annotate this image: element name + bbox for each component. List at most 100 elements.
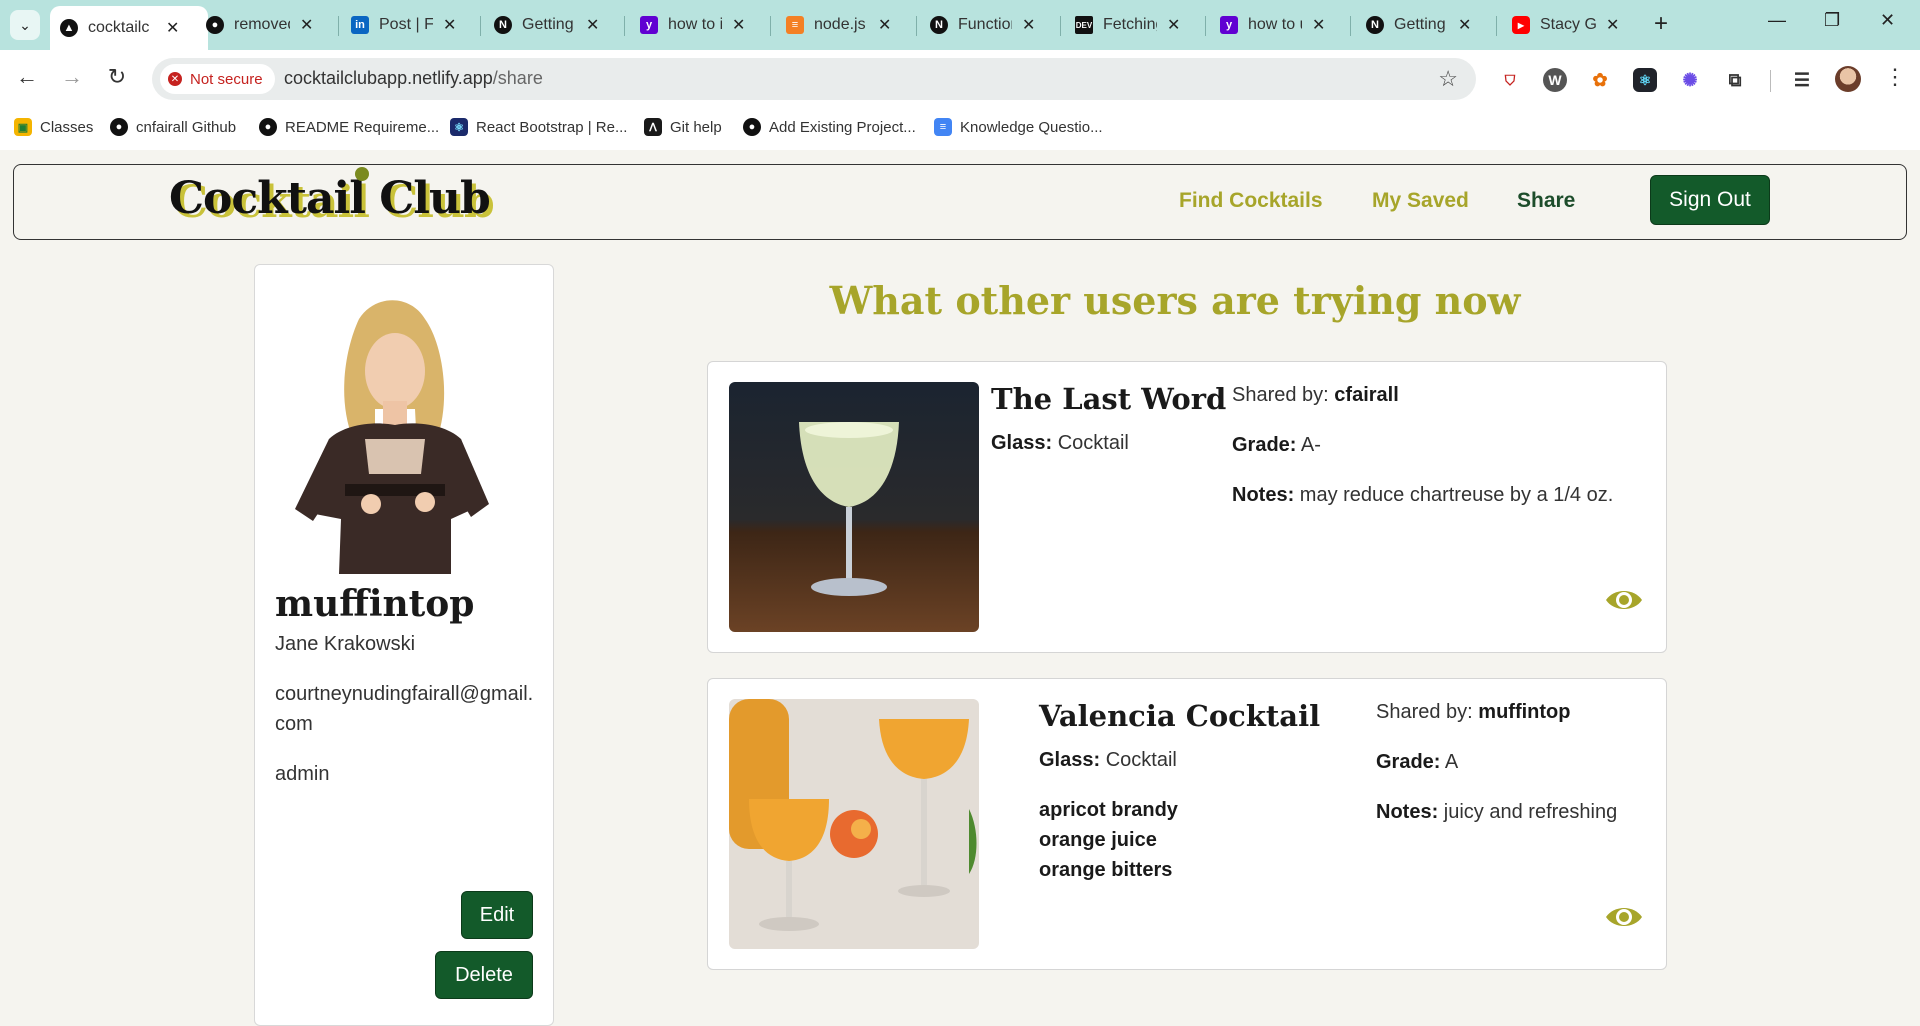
media-queue-icon[interactable]: ☰	[1790, 68, 1814, 92]
shared-cocktail-card: Valencia Cocktail Glass: Cocktail aprico…	[707, 678, 1667, 970]
back-button[interactable]: ←	[12, 64, 42, 90]
eye-icon[interactable]	[1604, 903, 1644, 931]
tab-divider	[916, 16, 917, 36]
close-icon[interactable]: ✕	[1022, 15, 1035, 35]
grade-label: Grade:	[1232, 434, 1297, 456]
close-icon[interactable]: ✕	[300, 15, 313, 35]
ingredient-item: orange juice	[1039, 829, 1157, 851]
site-logo[interactable]: Cocktail Club	[169, 173, 491, 224]
google-docs-icon: ≡	[934, 118, 952, 136]
bookmark-knowledge[interactable]: ≡ Knowledge Questio...	[934, 118, 1103, 136]
bookmark-star-icon[interactable]: ☆	[1438, 66, 1458, 92]
tab-github[interactable]: ● removed ✕	[206, 8, 330, 42]
tab-linkedin[interactable]: in Post | Fe ✕	[351, 8, 469, 42]
nav-share[interactable]: Share	[1517, 189, 1575, 213]
minimize-button[interactable]: —	[1768, 10, 1786, 31]
tab-title: removed	[234, 16, 290, 33]
url-host: cocktailclubapp.netlify.app	[284, 68, 493, 88]
glass-value: Cocktail	[1057, 432, 1129, 454]
glass-label: Glass:	[991, 432, 1053, 454]
grade-value: A	[1444, 751, 1459, 773]
notes-label: Notes:	[1376, 801, 1439, 823]
nav-find-cocktails[interactable]: Find Cocktails	[1179, 189, 1323, 213]
notes-value: juicy and refreshing	[1443, 801, 1618, 823]
profile-avatar[interactable]	[1835, 66, 1861, 92]
tab-divider	[480, 16, 481, 36]
close-icon[interactable]: ✕	[166, 18, 179, 38]
ingredient-item: apricot brandy	[1039, 799, 1178, 821]
delete-button[interactable]: Delete	[435, 951, 533, 999]
yahoo-icon: y	[1220, 16, 1238, 34]
grade-label: Grade:	[1376, 751, 1441, 773]
arrow-right-icon: →	[61, 64, 83, 89]
restore-button[interactable]: ❐	[1824, 10, 1840, 31]
tab-getting-1[interactable]: N Getting ✕	[494, 8, 612, 42]
pinwheel-extension-icon[interactable]: ✿	[1588, 68, 1612, 92]
edit-button[interactable]: Edit	[461, 891, 533, 939]
tab-cocktailclub[interactable]: ▲ cocktailc ✕	[50, 6, 208, 50]
close-icon[interactable]: ✕	[1458, 15, 1471, 35]
tab-function[interactable]: N Function ✕	[930, 8, 1048, 42]
bookmark-github[interactable]: ● cnfairall Github	[110, 118, 236, 136]
react-bootstrap-icon: ⚛	[450, 118, 468, 136]
notes-line: Notes: may reduce chartreuse by a 1/4 oz…	[1232, 484, 1613, 507]
profile-card: muffintop Jane Krakowski courtneynudingf…	[254, 264, 554, 1026]
grade-line: Grade: A	[1376, 751, 1458, 774]
window-close-button[interactable]: ✕	[1880, 10, 1895, 31]
bookmark-git-help[interactable]: ᐱ Git help	[644, 118, 722, 136]
close-icon[interactable]: ✕	[1606, 15, 1619, 35]
tab-title: how to i	[668, 16, 722, 33]
tab-title: Stacy Gr	[1540, 16, 1596, 33]
url-path: /share	[492, 68, 543, 88]
eye-icon[interactable]	[1604, 586, 1644, 614]
tab-title: Function	[958, 16, 1012, 33]
cocktail-photo	[729, 382, 979, 632]
reload-button[interactable]: ↻	[102, 64, 132, 90]
profile-email: courtneynudingfairall@gmail.com	[275, 683, 534, 735]
more-menu-icon[interactable]: ⋮	[1884, 64, 1906, 90]
security-chip[interactable]: ✕ Not secure	[160, 64, 275, 94]
profile-role: admin	[275, 763, 330, 785]
bookmark-classes[interactable]: ▣ Classes	[14, 118, 93, 136]
glass-label: Glass:	[1039, 749, 1101, 771]
ublock-extension-icon[interactable]: ⛉	[1498, 68, 1522, 92]
puzzle-extensions-icon[interactable]: ⧉	[1723, 68, 1747, 92]
bookmark-react-bootstrap[interactable]: ⚛ React Bootstrap | Re...	[450, 118, 627, 136]
tab-yahoo-1[interactable]: y how to i ✕	[640, 8, 758, 42]
tab-fetching[interactable]: DEV Fetching ✕	[1075, 8, 1193, 42]
tab-divider	[1060, 16, 1061, 36]
bookmark-add-existing[interactable]: ● Add Existing Project...	[743, 118, 916, 136]
sign-out-button[interactable]: Sign Out	[1650, 175, 1770, 225]
bookmark-label: cnfairall Github	[136, 118, 237, 136]
address-bar[interactable]: ✕ Not secure cocktailclubapp.netlify.app…	[152, 58, 1476, 100]
security-label: Not secure	[190, 70, 263, 88]
close-icon[interactable]: ✕	[1167, 15, 1180, 35]
url-text[interactable]: cocktailclubapp.netlify.app/share	[284, 68, 543, 89]
tab-search-button[interactable]: ⌄	[10, 10, 40, 40]
tab-youtube[interactable]: ▶ Stacy Gr ✕	[1512, 8, 1632, 42]
forward-button[interactable]: →	[57, 64, 87, 90]
close-icon[interactable]: ✕	[1312, 15, 1325, 35]
close-icon[interactable]: ✕	[443, 15, 456, 35]
page-heading: What other users are trying now	[829, 278, 1521, 323]
bookmark-readme[interactable]: ● README Requireme...	[259, 118, 439, 136]
w-extension-icon[interactable]: W	[1543, 68, 1567, 92]
shared-by-line: Shared by: muffintop	[1376, 701, 1570, 724]
asterisk-extension-icon[interactable]: ✺	[1678, 68, 1702, 92]
react-devtools-icon[interactable]: ⚛	[1633, 68, 1657, 92]
toolbar-divider	[1770, 70, 1771, 92]
nav-my-saved[interactable]: My Saved	[1372, 189, 1469, 213]
tab-getting-2[interactable]: N Getting ✕	[1366, 8, 1484, 42]
plus-icon: +	[1654, 10, 1669, 37]
close-icon[interactable]: ✕	[878, 15, 891, 35]
bookmark-label: React Bootstrap | Re...	[476, 118, 628, 136]
close-icon[interactable]: ✕	[586, 15, 599, 35]
cocktail-name: Valencia Cocktail	[1039, 699, 1321, 733]
close-icon[interactable]: ✕	[732, 15, 745, 35]
bookmark-icon: ᐱ	[644, 118, 662, 136]
tab-strip: ⌄ ▲ cocktailc ✕ ● removed ✕ in Post | Fe…	[0, 0, 1920, 50]
tab-nodejs[interactable]: ≡ node.js ✕	[786, 8, 904, 42]
new-tab-button[interactable]: +	[1654, 10, 1668, 38]
glass-line: Glass: Cocktail	[1039, 749, 1177, 772]
tab-yahoo-2[interactable]: y how to u ✕	[1220, 8, 1338, 42]
